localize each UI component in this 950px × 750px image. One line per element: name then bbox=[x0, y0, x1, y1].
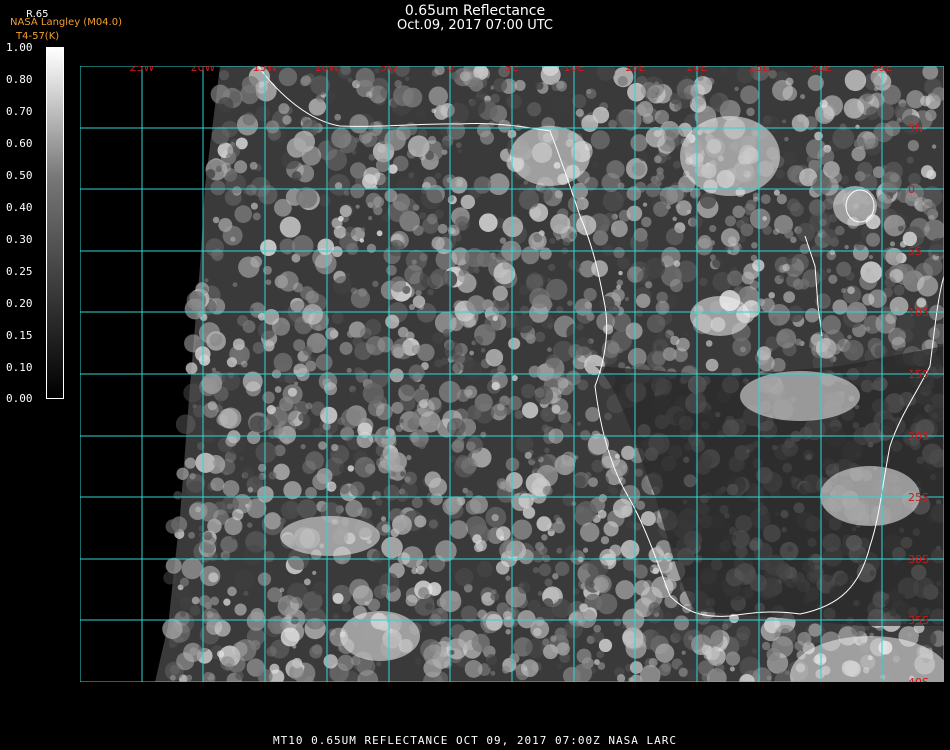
latitude-label: 0 bbox=[908, 183, 915, 196]
colorbar-tick-label: 0.10 bbox=[6, 361, 33, 374]
longitude-label: 25E bbox=[749, 66, 770, 74]
latitude-label: 5N bbox=[908, 122, 923, 135]
latitude-label: 10S bbox=[908, 306, 929, 319]
colorbar-tick-label: 0.00 bbox=[6, 392, 33, 405]
longitude-label: 10W bbox=[315, 66, 340, 74]
colorbar-tick-label: 0.60 bbox=[6, 137, 33, 150]
colorbar-tick-label: 0.15 bbox=[6, 329, 33, 342]
longitude-label: 5E bbox=[505, 66, 519, 74]
bright-cloud bbox=[340, 611, 420, 661]
latitude-label: 15S bbox=[908, 368, 929, 381]
longitude-label: 15E bbox=[625, 66, 646, 74]
bright-cloud bbox=[740, 371, 860, 421]
longitude-label: 5W bbox=[380, 66, 398, 74]
map-canvas[interactable]: 25W 20W 15W 10W 5W 0 5E 10E 15E 20E 25E 30E 35E 5N 0 5S… bbox=[80, 66, 944, 682]
longitude-label: 0 bbox=[447, 66, 454, 74]
longitude-label: 20E bbox=[687, 66, 708, 74]
colorbar-tick-label: 1.00 bbox=[6, 41, 33, 54]
colorbar-tick-label: 0.70 bbox=[6, 105, 33, 118]
longitude-label: 25W bbox=[130, 66, 155, 74]
colorbar-tick-label: 0.40 bbox=[6, 201, 33, 214]
latitude-label: 5S bbox=[908, 245, 922, 258]
latitude-label: 20S bbox=[908, 430, 929, 443]
bright-cloud bbox=[280, 516, 380, 556]
image-datetime: Oct.09, 2017 07:00 UTC bbox=[397, 18, 553, 33]
bright-cloud bbox=[820, 466, 920, 526]
satellite-map[interactable]: 25W 20W 15W 10W 5W 0 5E 10E 15E 20E 25E 30E 35E 5N 0 5S… bbox=[80, 66, 944, 682]
longitude-label: 10E bbox=[564, 66, 585, 74]
latitude-label: 30S bbox=[908, 553, 929, 566]
colorbar-tick-label: 0.50 bbox=[6, 169, 33, 182]
longitude-label: 35E bbox=[872, 66, 893, 74]
colorbar-tick-label: 0.30 bbox=[6, 233, 33, 246]
bright-cloud bbox=[690, 296, 750, 336]
footer-caption: MT10 0.65UM REFLECTANCE OCT 09, 2017 07:… bbox=[273, 734, 677, 747]
colorbar bbox=[46, 47, 64, 399]
longitude-label: 15W bbox=[253, 66, 278, 74]
longitude-label: 20W bbox=[191, 66, 216, 74]
latitude-label: 35S bbox=[908, 614, 929, 627]
longitude-label: 30E bbox=[811, 66, 832, 74]
bright-cloud bbox=[510, 126, 590, 186]
colorbar-tick-label: 0.80 bbox=[6, 73, 33, 86]
latitude-label: 25S bbox=[908, 491, 929, 504]
image-title: 0.65um Reflectance bbox=[404, 3, 546, 19]
bright-cloud bbox=[833, 186, 877, 226]
colorbar-tick-label: 0.20 bbox=[6, 297, 33, 310]
latitude-label: 40S bbox=[908, 676, 929, 682]
colorbar-tick-label: 0.25 bbox=[6, 265, 33, 278]
institution-label: NASA Langley (M04.0) bbox=[10, 17, 122, 28]
